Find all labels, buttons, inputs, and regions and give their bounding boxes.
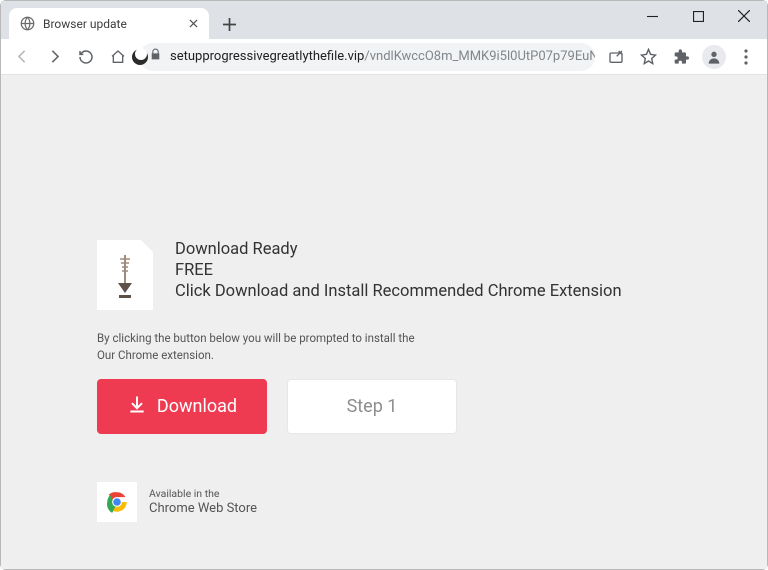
profile-button[interactable] — [699, 42, 729, 72]
file-icon — [97, 240, 153, 310]
hero-line-3: Click Download and Install Recommended C… — [175, 282, 622, 301]
step-button-label: Step 1 — [347, 396, 398, 417]
hero-text: Download Ready FREE Click Download and I… — [175, 240, 622, 301]
tab-title: Browser update — [43, 17, 185, 31]
page-content: Download Ready FREE Click Download and I… — [1, 75, 767, 569]
url-host: setupprogressivegreatlythefile.vip — [170, 49, 364, 64]
bookmark-star-icon[interactable] — [633, 42, 663, 72]
url-path: /vndlKwccO8m_MMK9i5l0UtP07p79EuN7dxh9cIV… — [364, 49, 595, 64]
window-controls — [629, 1, 767, 31]
step-button[interactable]: Step 1 — [287, 379, 457, 434]
download-button[interactable]: Download — [97, 379, 267, 434]
share-icon[interactable] — [601, 42, 631, 72]
hero-section: Download Ready FREE Click Download and I… — [97, 240, 767, 310]
globe-icon — [19, 16, 35, 32]
security-badge-icon[interactable] — [125, 42, 155, 72]
close-tab-icon[interactable] — [185, 16, 201, 32]
button-row: Download Step 1 — [97, 379, 767, 434]
new-tab-button[interactable] — [215, 10, 243, 38]
extensions-icon[interactable] — [667, 42, 697, 72]
browser-toolbar: setupprogressivegreatlythefile.vip/vndlK… — [1, 39, 767, 75]
browser-tab[interactable]: Browser update — [9, 8, 209, 39]
disclaimer-line-2: Our Chrome extension. — [97, 347, 767, 364]
store-text: Available in the Chrome Web Store — [149, 488, 257, 516]
close-window-button[interactable] — [721, 1, 767, 31]
store-big-text: Chrome Web Store — [149, 501, 257, 517]
chrome-web-store-badge[interactable]: Available in the Chrome Web Store — [97, 482, 767, 522]
hero-line-1: Download Ready — [175, 240, 622, 259]
person-icon — [702, 45, 726, 69]
menu-button[interactable] — [731, 42, 761, 72]
disclaimer-line-1: By clicking the button below you will be… — [97, 330, 767, 347]
forward-button[interactable] — [39, 42, 69, 72]
reload-button[interactable] — [71, 42, 101, 72]
store-small-text: Available in the — [149, 488, 257, 501]
maximize-button[interactable] — [675, 1, 721, 31]
disclaimer-text: By clicking the button below you will be… — [97, 330, 767, 363]
chrome-icon — [97, 482, 137, 522]
address-bar[interactable]: setupprogressivegreatlythefile.vip/vndlK… — [139, 43, 595, 71]
download-button-label: Download — [157, 396, 237, 417]
titlebar: Browser update — [1, 1, 767, 39]
hero-line-2: FREE — [175, 261, 622, 280]
minimize-button[interactable] — [629, 1, 675, 31]
back-button[interactable] — [7, 42, 37, 72]
download-icon — [127, 394, 147, 419]
